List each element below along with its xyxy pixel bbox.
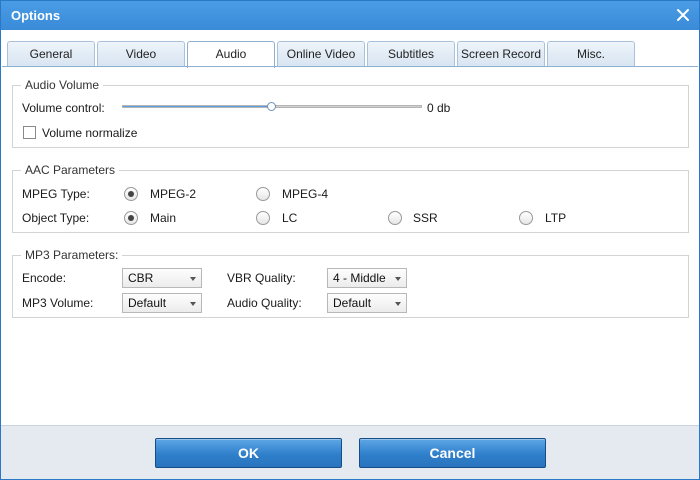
volume-normalize-checkbox[interactable] bbox=[23, 126, 36, 139]
object-type-label: Object Type: bbox=[22, 211, 90, 225]
window-title: Options bbox=[11, 8, 61, 23]
ssr-label: SSR bbox=[413, 211, 438, 225]
encode-select-value: CBR bbox=[128, 271, 154, 285]
mp3-parameters-legend: MP3 Parameters: bbox=[21, 248, 123, 262]
aac-parameters-legend: AAC Parameters bbox=[21, 163, 120, 177]
encode-label: Encode: bbox=[22, 271, 67, 285]
audio-quality-select[interactable]: Default bbox=[327, 293, 407, 313]
volume-slider[interactable] bbox=[122, 102, 422, 111]
vbr-quality-label: VBR Quality: bbox=[227, 271, 296, 285]
mp3-parameters-group: MP3 Parameters: Encode: CBR VBR Quality:… bbox=[12, 248, 689, 318]
tab-screen-record[interactable]: Screen Record bbox=[457, 41, 545, 67]
volume-normalize-label: Volume normalize bbox=[42, 126, 138, 140]
main-label: Main bbox=[150, 211, 177, 225]
ltp-radio[interactable] bbox=[519, 211, 533, 225]
mpeg4-label: MPEG-4 bbox=[282, 187, 329, 201]
chevron-down-icon bbox=[395, 302, 401, 306]
audio-volume-group: Audio Volume Volume control: 0 db Volume… bbox=[12, 78, 689, 148]
encode-select[interactable]: CBR bbox=[122, 268, 202, 288]
tab-online-video[interactable]: Online Video bbox=[277, 41, 365, 67]
tab-subtitles[interactable]: Subtitles bbox=[367, 41, 455, 67]
volume-control-label: Volume control: bbox=[22, 101, 105, 115]
dialog-content: General Video Audio Online Video Subtitl… bbox=[1, 30, 699, 425]
title-bar[interactable]: Options bbox=[1, 1, 699, 30]
mp3-volume-label: MP3 Volume: bbox=[22, 296, 94, 310]
aac-parameters-group: AAC Parameters MPEG Type: MPEG-2 MPEG-4 … bbox=[12, 163, 689, 233]
tab-video[interactable]: Video bbox=[97, 41, 185, 67]
ok-button[interactable]: OK bbox=[155, 438, 342, 468]
lc-radio[interactable] bbox=[256, 211, 270, 225]
audio-quality-label: Audio Quality: bbox=[227, 296, 302, 310]
mp3-volume-select-value: Default bbox=[128, 296, 167, 310]
mp3-volume-select[interactable]: Default bbox=[122, 293, 202, 313]
chevron-down-icon bbox=[190, 277, 196, 281]
ltp-label: LTP bbox=[545, 211, 567, 225]
volume-slider-thumb[interactable] bbox=[267, 102, 276, 111]
lc-label: LC bbox=[282, 211, 298, 225]
dialog-footer: OK Cancel bbox=[1, 425, 699, 479]
tab-bar: General Video Audio Online Video Subtitl… bbox=[7, 41, 697, 68]
ssr-radio[interactable] bbox=[388, 211, 402, 225]
volume-slider-fill bbox=[123, 106, 272, 107]
mpeg2-label: MPEG-2 bbox=[150, 187, 197, 201]
tab-misc[interactable]: Misc. bbox=[547, 41, 635, 67]
tab-general[interactable]: General bbox=[7, 41, 95, 67]
tab-audio[interactable]: Audio bbox=[187, 41, 275, 68]
mpeg2-radio[interactable] bbox=[124, 187, 138, 201]
volume-value: 0 db bbox=[427, 101, 451, 115]
mpeg4-radio[interactable] bbox=[256, 187, 270, 201]
vbr-quality-select-value: 4 - Middle bbox=[333, 271, 386, 285]
audio-volume-legend: Audio Volume bbox=[21, 78, 104, 92]
mpeg-type-label: MPEG Type: bbox=[22, 187, 90, 201]
chevron-down-icon bbox=[395, 277, 401, 281]
main-radio[interactable] bbox=[124, 211, 138, 225]
tab-divider bbox=[2, 66, 698, 67]
chevron-down-icon bbox=[190, 302, 196, 306]
close-icon[interactable] bbox=[673, 5, 693, 25]
cancel-button[interactable]: Cancel bbox=[359, 438, 546, 468]
audio-quality-select-value: Default bbox=[333, 296, 372, 310]
vbr-quality-select[interactable]: 4 - Middle bbox=[327, 268, 407, 288]
options-dialog: Options General Video Audio Online Video… bbox=[0, 0, 700, 480]
